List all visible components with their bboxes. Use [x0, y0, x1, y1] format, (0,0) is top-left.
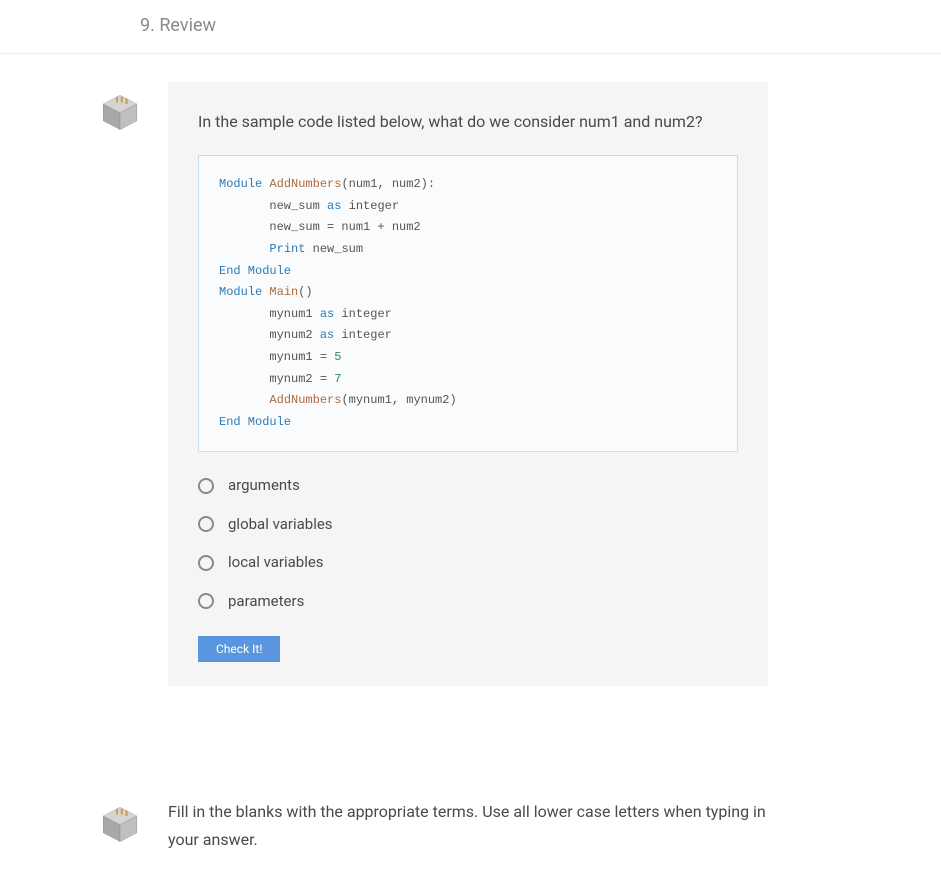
option-global-variables[interactable]: global variables — [198, 513, 738, 536]
section-title: 9. Review — [140, 15, 216, 36]
option-label: local variables — [228, 551, 324, 574]
option-arguments[interactable]: arguments — [198, 474, 738, 497]
code-block: Module AddNumbers(num1, num2): new_sum a… — [198, 155, 738, 452]
radio-icon — [198, 593, 214, 609]
option-label: global variables — [228, 513, 333, 536]
cube-icon — [100, 804, 140, 844]
radio-icon — [198, 478, 214, 494]
option-parameters[interactable]: parameters — [198, 590, 738, 613]
question-prompt: In the sample code listed below, what do… — [198, 108, 738, 135]
question-card: Fill in the blanks with the appropriate … — [168, 794, 768, 852]
question-prompt: Fill in the blanks with the appropriate … — [168, 798, 768, 852]
cube-icon — [100, 92, 140, 132]
section-header: 9. Review — [0, 0, 941, 54]
question-block-2: Fill in the blanks with the appropriate … — [0, 766, 941, 852]
option-local-variables[interactable]: local variables — [198, 551, 738, 574]
options-list: arguments global variables local variabl… — [198, 474, 738, 612]
option-label: parameters — [228, 590, 304, 613]
question-card: In the sample code listed below, what do… — [168, 82, 768, 686]
radio-icon — [198, 516, 214, 532]
option-label: arguments — [228, 474, 300, 497]
radio-icon — [198, 555, 214, 571]
check-it-button[interactable]: Check It! — [198, 636, 280, 662]
question-block-1: In the sample code listed below, what do… — [0, 54, 941, 686]
